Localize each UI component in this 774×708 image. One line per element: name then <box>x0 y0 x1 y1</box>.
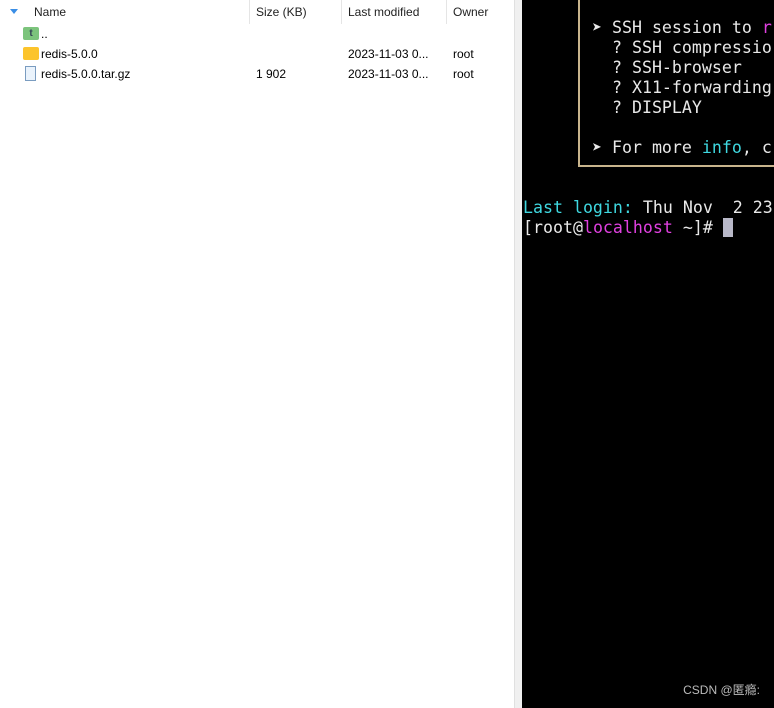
file-browser-panel: Name Size (KB) Last modified Owner t .. … <box>0 0 514 708</box>
file-name: redis-5.0.0 <box>41 47 98 61</box>
file-row[interactable]: redis-5.0.0 2023-11-03 0... root <box>0 44 514 64</box>
file-owner: root <box>453 67 474 81</box>
sort-arrow-icon[interactable] <box>10 9 18 14</box>
file-row-parent[interactable]: t .. <box>0 24 514 44</box>
terminal-line: ? DISPLAY <box>592 98 702 117</box>
column-header-size[interactable]: Size (KB) <box>256 0 307 24</box>
file-name: redis-5.0.0.tar.gz <box>41 67 131 81</box>
watermark: CSDN @匿瘾: <box>683 683 760 697</box>
terminal-line: ? SSH compressio <box>592 38 772 57</box>
file-owner: root <box>453 47 474 61</box>
terminal-line: ➤ For more info, c <box>592 138 772 157</box>
terminal-line: ? X11-forwarding <box>592 78 772 97</box>
terminal-line: ➤ SSH session to r <box>592 18 772 37</box>
column-divider[interactable] <box>446 0 447 24</box>
panel-splitter[interactable] <box>514 0 522 708</box>
cursor <box>722 218 733 237</box>
shell-prompt: [root@localhost ~]# <box>523 218 733 238</box>
terminal[interactable]: ➤ SSH session to r ? SSH compressio ? SS… <box>522 0 774 708</box>
column-header-owner[interactable]: Owner <box>453 0 488 24</box>
terminal-line: ? SSH-browser <box>592 58 742 77</box>
file-size: 1 902 <box>256 67 287 81</box>
archive-file-icon <box>25 66 36 81</box>
file-name: .. <box>41 27 48 41</box>
file-modified: 2023-11-03 0... <box>348 67 429 81</box>
column-header-modified[interactable]: Last modified <box>348 0 419 24</box>
column-divider[interactable] <box>341 0 342 24</box>
column-divider[interactable] <box>249 0 250 24</box>
folder-icon <box>23 47 39 60</box>
column-header-name[interactable]: Name <box>34 0 66 24</box>
file-modified: 2023-11-03 0... <box>348 47 429 61</box>
last-login-line: Last login: Thu Nov 2 23 <box>523 198 773 217</box>
parent-folder-icon: t <box>23 27 39 40</box>
file-row[interactable]: redis-5.0.0.tar.gz 1 902 2023-11-03 0...… <box>0 64 514 84</box>
